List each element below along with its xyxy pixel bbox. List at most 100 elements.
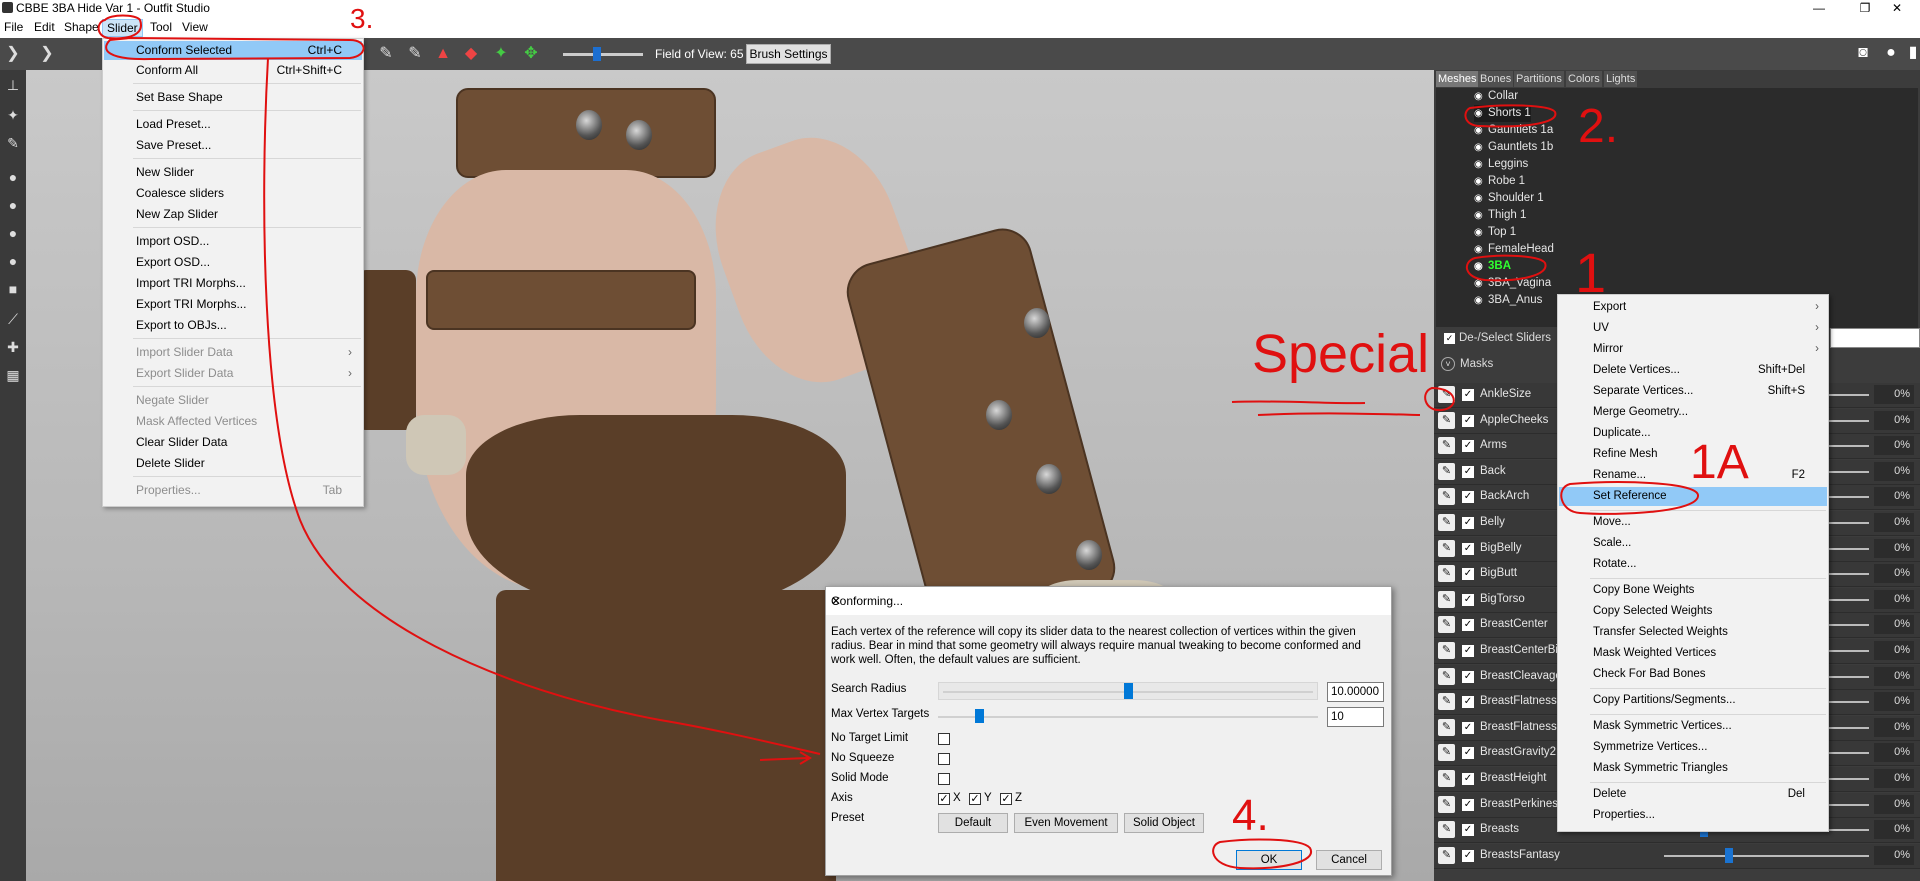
menu-item-import-slider-data[interactable]: Import Slider Data › xyxy=(104,343,362,362)
menu-item-export-osd[interactable]: Export OSD... xyxy=(104,253,362,272)
slider-checkbox[interactable]: ✓ xyxy=(1462,773,1474,785)
tab-colors[interactable]: Colors xyxy=(1566,71,1602,87)
mesh-item-3ba-vagina[interactable]: ◉ 3BA_Vagina xyxy=(1474,275,1551,292)
slider-checkbox[interactable]: ✓ xyxy=(1462,721,1474,734)
pencil-icon[interactable]: ✎ xyxy=(1438,642,1455,659)
brush-settings-button[interactable]: Brush Settings xyxy=(746,44,831,64)
menu-edit[interactable]: Edit xyxy=(30,19,59,35)
no-squeeze-checkbox[interactable] xyxy=(938,753,950,765)
slider-value[interactable]: 0% xyxy=(1874,743,1914,763)
slider-checkbox[interactable]: ✓ xyxy=(1462,619,1474,632)
slider-value[interactable]: 0% xyxy=(1874,564,1914,584)
context-item-properties[interactable]: Properties... xyxy=(1559,806,1827,825)
context-item-mask-symmetric-vertices[interactable]: Mask Symmetric Vertices... xyxy=(1559,717,1827,736)
brush-weight-icon[interactable]: ✥ xyxy=(520,43,542,65)
pencil-icon[interactable]: ✎ xyxy=(1438,539,1455,557)
pencil-icon[interactable]: ✎ xyxy=(1438,514,1455,531)
context-item-refine-mesh[interactable]: Refine Mesh xyxy=(1559,445,1827,464)
slider-checkbox[interactable]: ✓ xyxy=(1462,389,1474,401)
slider-knob[interactable] xyxy=(1725,847,1733,863)
slider-row[interactable]: ✎ ✓ BreastsFantasy 0% xyxy=(1434,843,1920,869)
menu-item-export-objs[interactable]: Export to OBJs... xyxy=(104,316,362,335)
pencil-icon[interactable]: ✎ xyxy=(1438,616,1455,634)
menu-view[interactable]: View xyxy=(178,19,212,35)
slider-checkbox[interactable]: ✓ xyxy=(1462,670,1474,683)
context-item-set-reference[interactable]: Set Reference xyxy=(1559,487,1827,506)
slider-checkbox[interactable]: ✓ xyxy=(1462,824,1474,837)
menu-item-new-slider[interactable]: New Slider xyxy=(104,163,362,182)
sphere-icon[interactable]: ● xyxy=(2,194,24,216)
solid-mode-checkbox[interactable] xyxy=(938,773,950,785)
menu-item-mask-affected[interactable]: Mask Affected Vertices xyxy=(104,412,362,431)
menu-item-export-tri[interactable]: Export TRI Morphs... xyxy=(104,295,362,314)
select-tool-icon[interactable]: ❯ xyxy=(2,43,24,65)
slider-value[interactable]: 0% xyxy=(1874,845,1914,865)
pencil-icon[interactable]: ✎ xyxy=(1438,437,1455,455)
pencil-icon[interactable]: ✎ xyxy=(1438,718,1455,736)
menu-tool[interactable]: Tool xyxy=(146,19,176,35)
transform-tool-icon[interactable]: ❯ xyxy=(36,43,58,65)
context-item-scale[interactable]: Scale... xyxy=(1559,534,1827,553)
slider-value[interactable]: 0% xyxy=(1874,692,1914,712)
menu-item-conform-selected[interactable]: Conform Selected Ctrl+C xyxy=(104,41,362,60)
minimize-button[interactable]: — xyxy=(1796,0,1842,16)
pencil-icon[interactable]: ✎ xyxy=(1438,590,1455,608)
mesh-item-3ba[interactable]: ◉ 3BA xyxy=(1474,258,1511,275)
mesh-item-gauntlets-1b[interactable]: ◉ Gauntlets 1b xyxy=(1474,139,1553,156)
brush-mask-icon[interactable]: ✎ xyxy=(375,43,397,65)
menu-item-coalesce-sliders[interactable]: Coalesce sliders xyxy=(104,184,362,203)
slider-checkbox[interactable]: ✓ xyxy=(1462,568,1474,581)
slider-value[interactable]: 0% xyxy=(1874,385,1914,404)
context-item-mask-weighted-vertices[interactable]: Mask Weighted Vertices xyxy=(1559,644,1827,663)
close-window-button[interactable]: ✕ xyxy=(1874,0,1920,16)
slider-value[interactable]: 0% xyxy=(1874,538,1914,558)
slider-value[interactable]: 0% xyxy=(1874,666,1914,686)
slider-checkbox[interactable]: ✓ xyxy=(1462,414,1474,427)
menu-item-properties[interactable]: Properties... Tab xyxy=(104,481,362,500)
max-vertex-input[interactable]: 10 xyxy=(1327,707,1384,727)
slider-filter-input[interactable] xyxy=(1830,328,1920,348)
grid-icon[interactable]: ▦ xyxy=(2,364,24,386)
slider-value[interactable]: 0% xyxy=(1874,717,1914,737)
slider-checkbox[interactable]: ✓ xyxy=(1462,491,1474,504)
slider-value[interactable]: 0% xyxy=(1874,436,1914,456)
pin-icon[interactable]: ✦ xyxy=(2,104,24,126)
menu-item-load-preset[interactable]: Load Preset... xyxy=(104,115,362,134)
dot-icon[interactable]: ● xyxy=(2,166,24,188)
menu-item-new-zap-slider[interactable]: New Zap Slider xyxy=(104,205,362,224)
max-vertex-slider[interactable] xyxy=(938,716,1318,718)
mesh-item-top[interactable]: ◉ Top 1 xyxy=(1474,224,1516,241)
slider-value[interactable]: 0% xyxy=(1874,794,1914,814)
cube-icon[interactable]: ■ xyxy=(2,278,24,300)
cancel-button[interactable]: Cancel xyxy=(1316,850,1382,870)
context-item-mirror[interactable]: Mirror › xyxy=(1559,340,1827,359)
slider-checkbox[interactable]: ✓ xyxy=(1462,849,1474,862)
mesh-item-thigh[interactable]: ◉ Thigh 1 xyxy=(1474,207,1526,224)
mesh-item-femalehead[interactable]: ◉ FemaleHead xyxy=(1474,241,1554,258)
mesh-item-shorts[interactable]: ◉ Shorts 1 xyxy=(1474,105,1531,122)
patreon-icon[interactable]: ▮ xyxy=(1902,42,1920,64)
pencil-icon[interactable]: ✎ xyxy=(1438,846,1455,864)
pencil-icon[interactable]: ✎ xyxy=(1438,693,1455,711)
slider-value[interactable]: 0% xyxy=(1874,513,1914,532)
slider-checkbox[interactable]: ✓ xyxy=(1462,593,1474,606)
menu-slider[interactable]: Slider xyxy=(102,19,143,37)
slider-checkbox[interactable]: ✓ xyxy=(1462,798,1474,811)
slider-value[interactable]: 0% xyxy=(1874,589,1914,609)
tab-partitions[interactable]: Partitions xyxy=(1514,71,1564,87)
slider-value[interactable]: 0% xyxy=(1874,615,1914,635)
context-item-transfer-selected-weights[interactable]: Transfer Selected Weights xyxy=(1559,623,1827,642)
axis-y-checkbox[interactable]: ✓ xyxy=(969,793,981,805)
context-item-move[interactable]: Move... xyxy=(1559,513,1827,532)
menu-shape[interactable]: Shape xyxy=(60,19,103,35)
pencil-icon[interactable]: ✎ xyxy=(1438,667,1455,685)
slider-checkbox[interactable]: ✓ xyxy=(1462,696,1474,709)
menu-item-conform-all[interactable]: Conform All Ctrl+Shift+C xyxy=(104,61,362,80)
slider-value[interactable]: 0% xyxy=(1874,820,1914,840)
discord-icon[interactable]: ◙ xyxy=(1852,42,1874,64)
max-vertex-thumb[interactable] xyxy=(975,709,984,723)
ok-button[interactable]: OK xyxy=(1236,850,1302,870)
pencil-icon[interactable]: ✎ xyxy=(1438,821,1455,839)
brush-smooth-icon[interactable]: ◆ xyxy=(460,43,482,65)
slider-value[interactable]: 0% xyxy=(1874,410,1914,430)
